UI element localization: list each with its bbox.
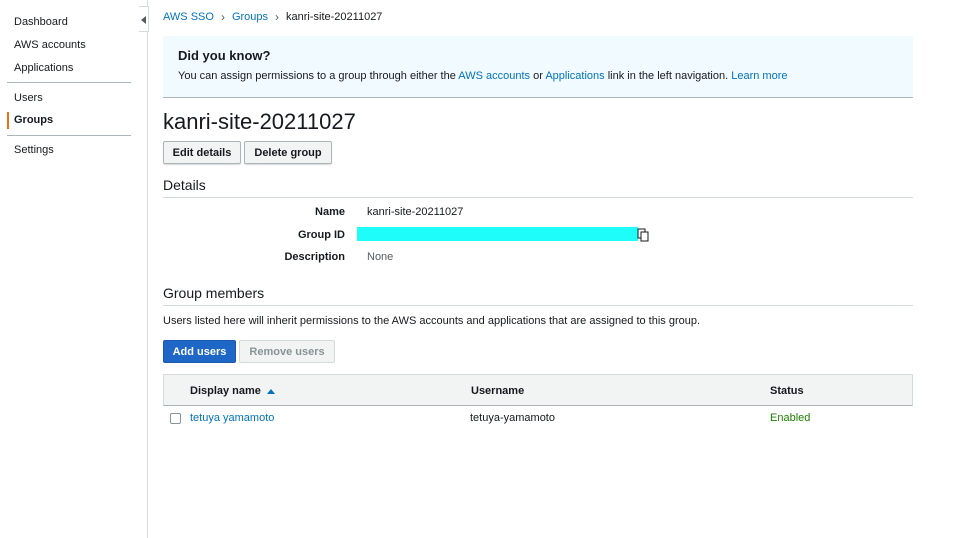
add-users-button[interactable]: Add users [163,340,236,363]
sidebar-active-indicator [7,112,9,129]
info-text-part: or [530,70,546,82]
status-cell: Enabled [770,412,811,424]
description-value: None [367,251,394,263]
table-row: tetuya yamamoto tetuya-yamamoto Enabled [163,406,913,430]
info-title: Did you know? [178,48,271,63]
sidebar-item-aws-accounts[interactable]: AWS accounts [14,39,86,51]
sidebar: Dashboard AWS accounts Applications User… [0,0,148,538]
column-header-display-name[interactable]: Display name [190,385,275,397]
description-label: Description [284,251,345,263]
delete-group-button[interactable]: Delete group [244,141,332,164]
learn-more-link[interactable]: Learn more [731,70,787,82]
aws-accounts-link[interactable]: AWS accounts [458,70,530,82]
breadcrumb-aws-sso[interactable]: AWS SSO [163,11,214,23]
breadcrumb-current: kanri-site-20211027 [286,11,383,23]
breadcrumb: AWS SSO › Groups › kanri-site-20211027 [163,10,382,24]
group-id-redacted [357,227,638,241]
column-header-username[interactable]: Username [471,385,524,397]
row-checkbox[interactable] [170,413,181,424]
section-divider [163,197,913,198]
copy-icon[interactable] [637,228,649,242]
chevron-right-icon: › [275,10,280,24]
column-header-status[interactable]: Status [770,385,804,397]
group-members-description: Users listed here will inherit permissio… [163,315,701,327]
applications-link[interactable]: Applications [545,70,604,82]
group-id-label: Group ID [297,229,345,241]
sidebar-item-settings[interactable]: Settings [14,144,54,156]
breadcrumb-groups[interactable]: Groups [232,11,268,23]
group-members-heading: Group members [163,285,265,301]
remove-users-button: Remove users [239,340,335,363]
page-title: kanri-site-20211027 [163,109,356,134]
sort-ascending-icon[interactable] [266,388,275,394]
info-text: You can assign permissions to a group th… [178,70,898,82]
display-name-link[interactable]: tetuya yamamoto [190,412,274,424]
username-cell: tetuya-yamamoto [470,412,555,424]
sidebar-item-groups[interactable]: Groups [14,114,53,126]
name-value: kanri-site-20211027 [367,206,464,218]
table-header: Display name Username Status [163,374,913,406]
sidebar-item-dashboard[interactable]: Dashboard [14,16,68,28]
info-text-part: You can assign permissions to a group th… [178,70,459,82]
sidebar-divider [7,135,131,136]
section-divider [163,305,913,306]
details-heading: Details [163,177,206,193]
sidebar-item-applications[interactable]: Applications [14,62,73,74]
collapse-sidebar-icon[interactable] [139,6,149,32]
chevron-right-icon: › [220,10,225,24]
column-header-label: Display name [190,385,261,397]
info-alert: Did you know? You can assign permissions… [163,36,913,98]
sidebar-divider [7,82,131,83]
sidebar-item-users[interactable]: Users [14,92,43,104]
info-text-part: link in the left navigation. [604,70,732,82]
name-label: Name [315,206,345,218]
edit-details-button[interactable]: Edit details [163,141,241,164]
